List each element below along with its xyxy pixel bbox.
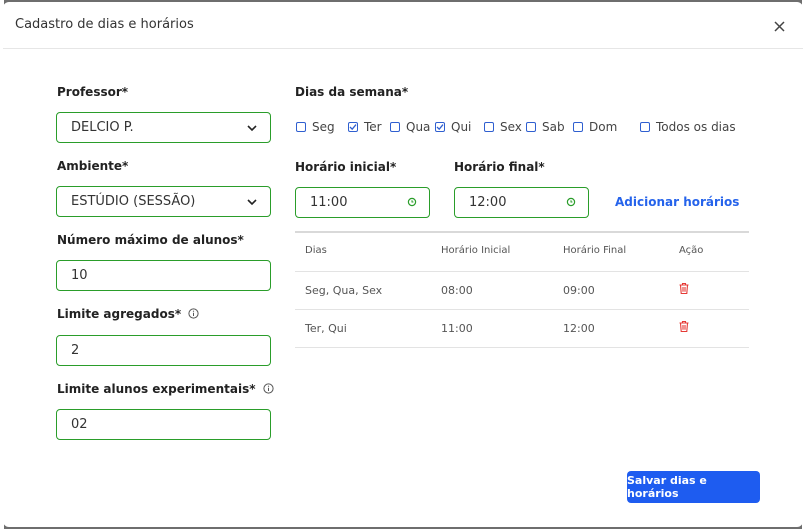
clock-icon: [566, 197, 576, 207]
ambiente-value: ESTÚDIO (SESSÃO): [71, 194, 196, 209]
schedule-modal: Cadastro de dias e horários Professor* D…: [3, 2, 803, 527]
horarios-table: Dias Horário Inicial Horário Final Ação …: [295, 231, 749, 348]
day-checkbox-todos-os-dias[interactable]: Todos os dias: [640, 120, 736, 134]
cell-horario-final: 12:00: [563, 322, 595, 335]
day-label: Qua: [406, 120, 431, 134]
day-checkbox-dom[interactable]: Dom: [573, 120, 617, 134]
day-checkbox-sex[interactable]: Sex: [484, 120, 522, 134]
cell-horario-inicial: 08:00: [441, 284, 473, 297]
modal-header: Cadastro de dias e horários: [3, 2, 803, 49]
day-checkbox-qua[interactable]: Qua: [390, 120, 430, 134]
cell-horario-inicial: 11:00: [441, 322, 473, 335]
day-label: Dom: [589, 120, 618, 134]
column-header-dias: Dias: [305, 245, 327, 256]
info-icon[interactable]: [263, 383, 274, 394]
max-alunos-value: 10: [71, 268, 88, 283]
chevron-down-icon: [247, 125, 257, 132]
checkbox-unchecked-icon[interactable]: [640, 122, 650, 132]
column-header-acao: Ação: [679, 245, 704, 256]
add-horarios-link[interactable]: Adicionar horários: [615, 195, 739, 209]
info-icon[interactable]: [188, 308, 199, 319]
limite-agregados-value: 2: [71, 343, 80, 358]
modal-title: Cadastro de dias e horários: [15, 17, 194, 32]
close-icon[interactable]: [771, 18, 787, 34]
checkbox-checked-icon[interactable]: [348, 122, 358, 132]
day-checkbox-seg[interactable]: Seg: [296, 120, 335, 134]
cell-dias: Ter, Qui: [305, 322, 347, 335]
day-label: Seg: [312, 120, 335, 134]
chevron-down-icon: [247, 199, 257, 206]
day-checkbox-qui[interactable]: Qui: [435, 120, 471, 134]
checkbox-checked-icon[interactable]: [435, 122, 445, 132]
limite-experimentais-input[interactable]: 02: [56, 409, 271, 440]
table-header: Dias Horário Inicial Horário Final Ação: [295, 231, 749, 272]
save-schedule-button[interactable]: Salvar dias e horários: [627, 471, 760, 503]
checkbox-unchecked-icon[interactable]: [484, 122, 494, 132]
limite-experimentais-label-text: Limite alunos experimentais*: [57, 382, 256, 396]
horario-final-input[interactable]: 12:00: [454, 187, 589, 218]
day-label: Qui: [451, 120, 472, 134]
professor-value: DELCIO P.: [71, 120, 134, 135]
limite-experimentais-label: Limite alunos experimentais*: [57, 382, 274, 396]
day-label: Sab: [542, 120, 565, 134]
limite-agregados-input[interactable]: 2: [56, 335, 271, 366]
trash-icon[interactable]: [678, 282, 690, 295]
horario-inicial-input[interactable]: 11:00: [295, 187, 430, 218]
ambiente-label: Ambiente*: [57, 159, 129, 173]
max-alunos-input[interactable]: 10: [56, 260, 271, 291]
checkbox-unchecked-icon[interactable]: [573, 122, 583, 132]
day-checkbox-sab[interactable]: Sab: [526, 120, 565, 134]
horario-inicial-label: Horário inicial*: [295, 160, 397, 174]
limite-agregados-label: Limite agregados*: [57, 307, 199, 321]
checkbox-unchecked-icon[interactable]: [296, 122, 306, 132]
checkbox-unchecked-icon[interactable]: [390, 122, 400, 132]
horario-final-label: Horário final*: [454, 160, 545, 174]
column-header-horario-final: Horário Final: [563, 245, 627, 256]
limite-experimentais-value: 02: [71, 417, 88, 432]
table-row: Ter, Qui 11:00 12:00: [295, 310, 749, 348]
trash-icon[interactable]: [678, 320, 690, 333]
table-row: Seg, Qua, Sex 08:00 09:00: [295, 272, 749, 310]
checkbox-unchecked-icon[interactable]: [526, 122, 536, 132]
column-header-horario-inicial: Horário Inicial: [441, 245, 511, 256]
limite-agregados-label-text: Limite agregados*: [57, 307, 182, 321]
professor-label: Professor*: [57, 85, 129, 99]
cell-dias: Seg, Qua, Sex: [305, 284, 383, 297]
dias-semana-label: Dias da semana*: [295, 85, 409, 99]
day-checkbox-ter[interactable]: Ter: [348, 120, 382, 134]
ambiente-select[interactable]: ESTÚDIO (SESSÃO): [56, 186, 271, 217]
day-label: Todos os dias: [656, 120, 736, 134]
max-alunos-label: Número máximo de alunos*: [57, 233, 244, 247]
cell-horario-final: 09:00: [563, 284, 595, 297]
day-label: Sex: [500, 120, 522, 134]
day-label: Ter: [364, 120, 382, 134]
clock-icon: [407, 197, 417, 207]
professor-select[interactable]: DELCIO P.: [56, 112, 271, 143]
